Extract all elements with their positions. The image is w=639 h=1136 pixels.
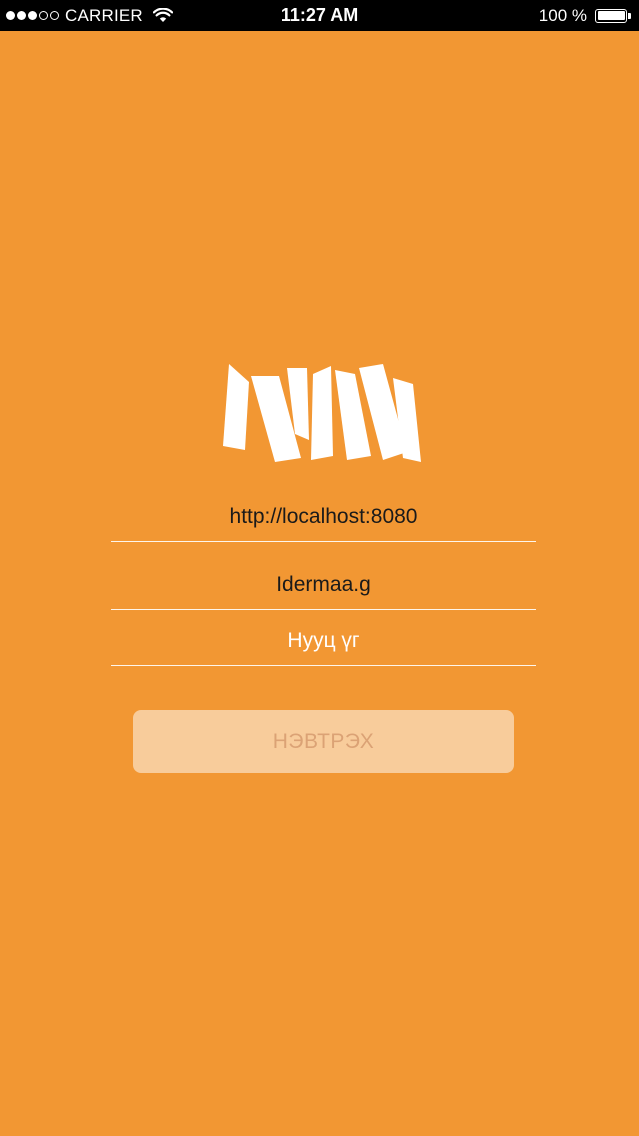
login-button[interactable]: НЭВТРЭХ bbox=[133, 710, 514, 773]
password-field[interactable] bbox=[111, 616, 536, 666]
app-logo bbox=[223, 364, 421, 462]
username-field[interactable] bbox=[111, 560, 536, 610]
battery-tip bbox=[628, 12, 631, 19]
battery-percentage: 100 % bbox=[538, 5, 587, 25]
battery-icon bbox=[595, 8, 627, 23]
status-bar: CARRIER 11:27 AM 100 % bbox=[0, 0, 639, 31]
battery-fill bbox=[597, 11, 625, 20]
server-url-field[interactable] bbox=[111, 492, 536, 542]
status-right: 100 % bbox=[539, 0, 631, 31]
